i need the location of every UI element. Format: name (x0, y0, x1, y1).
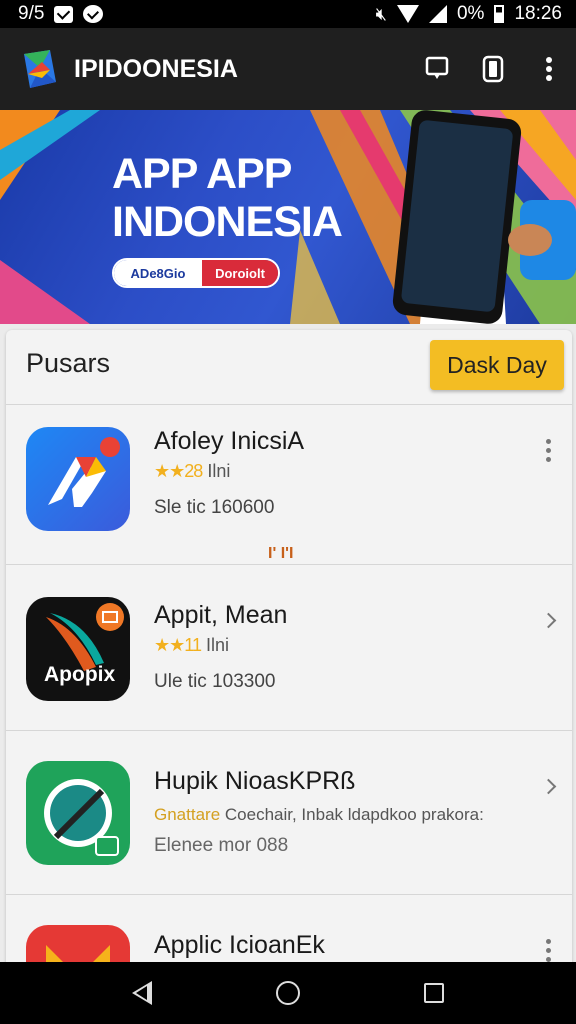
app-badge: I' I'I (268, 545, 294, 562)
home-icon[interactable] (276, 981, 300, 1005)
banner-title-line1: APP APP (112, 150, 292, 198)
app-rating-stars: ★★28 (154, 461, 203, 481)
app-rating-suffix: Ilni (205, 635, 229, 655)
app-list-item[interactable]: Apopix Appit, Mean ★★11 Ilni Ule tic 103… (6, 564, 572, 730)
device-icon[interactable] (480, 54, 506, 84)
promo-banner[interactable]: APP APP INDONESIA ADe8Gio Doroiolt (0, 110, 576, 324)
app-rating-suffix: Ilni (207, 461, 231, 481)
app-icon-label: Apopix (44, 663, 116, 686)
chevron-right-icon[interactable] (538, 605, 558, 635)
more-vert-icon[interactable] (536, 54, 562, 84)
banner-title: APP APP INDONESIA (112, 150, 343, 246)
app-icon (26, 427, 130, 531)
system-nav-bar (0, 962, 576, 1024)
app-meta: Elenee mor 088 (154, 835, 289, 856)
signal-icon (428, 5, 447, 23)
app-notification-icon (83, 5, 104, 23)
chevron-right-icon[interactable] (538, 771, 558, 801)
banner-pill-right: Doroiolt (202, 260, 278, 286)
app-list-item[interactable]: Afoley InicsiA ★★28 Ilni Sle tic 160600 … (6, 404, 572, 564)
wifi-icon (396, 5, 419, 23)
recents-icon[interactable] (424, 983, 444, 1003)
banner-pill-left: ADe8Gio (114, 260, 202, 286)
more-vert-icon[interactable] (538, 435, 558, 465)
mail-notification-icon (54, 5, 74, 23)
app-description-text: Coechair, Inbak ldapdkoo prakora: (224, 805, 484, 824)
cast-icon[interactable] (424, 54, 450, 84)
apps-card: Pusars Dask Day Afoley InicsiA ★★28 Ilni… (6, 330, 572, 970)
banner-title-line2: INDONESIA (112, 198, 343, 246)
app-description-highlight: Gnattare (154, 805, 221, 824)
app-name: Afoley InicsiA (154, 427, 305, 455)
app-list-item[interactable]: Applic IcioanEk (6, 894, 572, 970)
status-time-left: 9/5 (18, 3, 45, 24)
battery-percent: 0% (456, 3, 485, 24)
app-list-item[interactable]: Hupik NioasKPRß Gnattare Coechair, Inbak… (6, 730, 572, 894)
app-rating-stars: ★★11 (154, 635, 202, 655)
app-bar: IPIDOONESIA (0, 28, 576, 110)
app-rating: ★★28 Ilni (154, 461, 230, 482)
app-icon (26, 761, 130, 865)
app-logo-icon (20, 48, 58, 90)
app-meta: Ule tic 103300 (154, 671, 276, 692)
section-action-button[interactable]: Dask Day (430, 340, 564, 390)
battery-icon (494, 5, 505, 23)
app-icon: Apopix (26, 597, 130, 701)
status-bar: 9/5 🔇︎ 0% 18:26 (0, 0, 576, 28)
status-clock: 18:26 (514, 3, 562, 24)
app-rating: ★★11 Ilni (154, 635, 229, 656)
section-title: Pusars (26, 348, 111, 378)
app-name: Appit, Mean (154, 601, 288, 629)
app-meta: Sle tic 160600 (154, 497, 275, 518)
back-icon[interactable] (132, 981, 152, 1005)
app-name: Hupik NioasKPRß (154, 767, 356, 795)
app-description: Gnattare Coechair, Inbak ldapdkoo prakor… (154, 805, 484, 825)
banner-pill[interactable]: ADe8Gio Doroiolt (112, 258, 280, 288)
app-title: IPIDOONESIA (74, 54, 238, 83)
mute-icon: 🔇︎ (375, 3, 387, 24)
more-vert-icon[interactable] (538, 935, 558, 965)
app-name: Applic IcioanEk (154, 931, 325, 959)
